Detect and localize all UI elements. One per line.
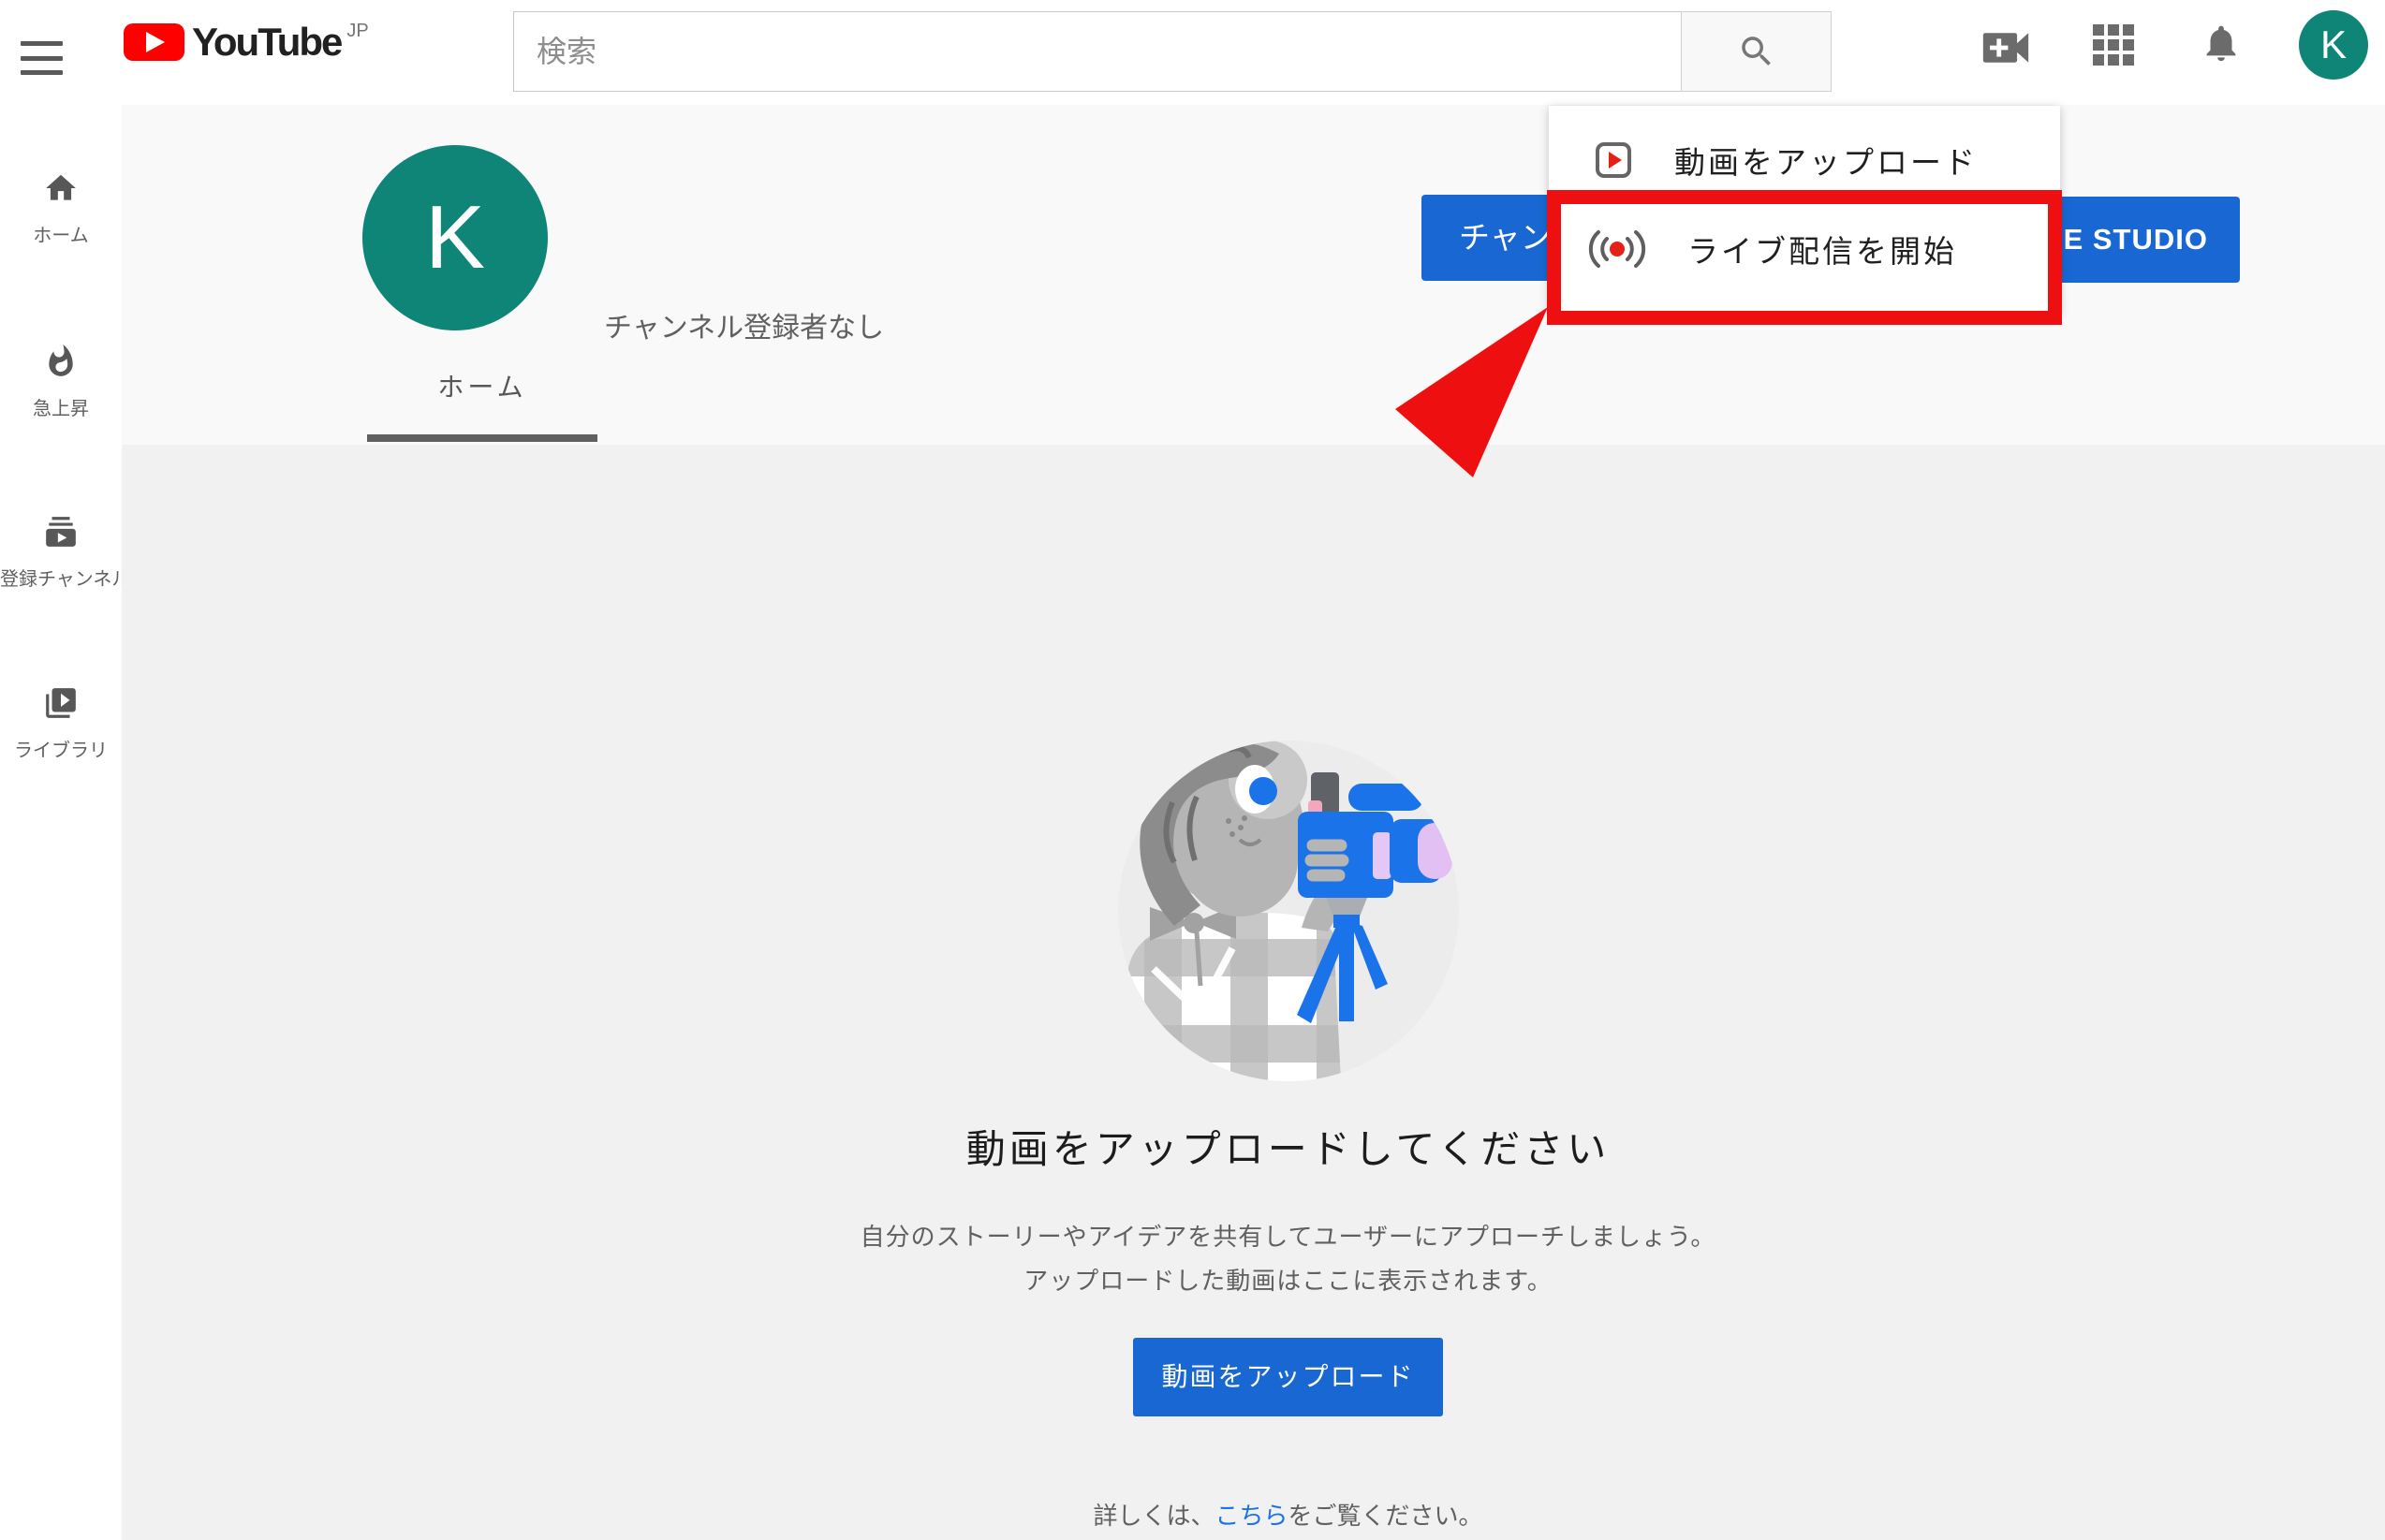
search-icon bbox=[1737, 32, 1776, 71]
mini-sidebar: ホーム 急上昇 登録チャンネル ライブラリ bbox=[0, 105, 122, 1540]
notifications-button[interactable] bbox=[2200, 19, 2243, 72]
menu-item-label: ライブ配信を開始 bbox=[1687, 227, 1957, 271]
account-avatar[interactable]: K bbox=[2299, 10, 2368, 80]
empty-state-description-line2: アップロードした動画はここに表示されます。 bbox=[191, 1262, 2385, 1297]
empty-state-footer: 詳しくは、こちらをご覧ください。 bbox=[191, 1497, 2385, 1532]
sidebar-item-library[interactable]: ライブラリ bbox=[0, 685, 122, 762]
fire-icon bbox=[43, 344, 79, 379]
sidebar-item-label: ライブラリ bbox=[0, 735, 122, 762]
video-create-icon bbox=[1979, 26, 2033, 69]
upload-illustration bbox=[1118, 741, 1459, 1081]
sidebar-item-label: 急上昇 bbox=[0, 393, 122, 420]
footer-text-prefix: 詳しくは、 bbox=[1093, 1502, 1215, 1530]
upload-video-icon bbox=[1596, 142, 1631, 178]
sidebar-item-subscriptions[interactable]: 登録チャンネル bbox=[0, 514, 122, 591]
library-icon bbox=[43, 685, 79, 721]
apps-button[interactable] bbox=[2093, 24, 2134, 70]
empty-state: 動画をアップロードしてください 自分のストーリーやアイデアを共有してユーザーにア… bbox=[191, 741, 2385, 1532]
create-dropdown-menu: 動画をアップロード ライブ配信を開始 bbox=[1549, 106, 2060, 314]
subscriber-count-text: チャンネル登録者なし bbox=[604, 304, 884, 345]
menu-item-go-live[interactable]: ライブ配信を開始 bbox=[1549, 204, 2060, 293]
search-input[interactable] bbox=[513, 11, 1681, 92]
youtube-wordmark: YouTube bbox=[192, 23, 341, 61]
hamburger-menu-icon[interactable] bbox=[21, 41, 63, 75]
empty-state-title: 動画をアップロードしてください bbox=[191, 1118, 2385, 1175]
menu-item-label: 動画をアップロード bbox=[1674, 138, 1978, 183]
tab-home[interactable]: ホーム bbox=[367, 367, 597, 404]
create-video-button[interactable] bbox=[1979, 26, 2033, 74]
sidebar-item-label: 登録チャンネル bbox=[0, 564, 122, 591]
channel-content: 動画をアップロードしてください 自分のストーリーやアイデアを共有してユーザーにア… bbox=[122, 445, 2385, 1540]
upload-video-button[interactable]: 動画をアップロード bbox=[1133, 1338, 1443, 1416]
live-broadcast-icon bbox=[1588, 227, 1646, 271]
footer-text-suffix: をご覧ください。 bbox=[1288, 1502, 1483, 1530]
learn-more-link[interactable]: こちら bbox=[1215, 1502, 1288, 1530]
empty-state-description-line1: 自分のストーリーやアイデアを共有してユーザーにアプローチしましょう。 bbox=[191, 1218, 2385, 1253]
active-tab-underline bbox=[367, 434, 597, 442]
youtube-channel-page: ホーム 急上昇 登録チャンネル ライブラリ K チャンネル登録者なし チャン E… bbox=[0, 0, 2385, 1540]
youtube-logo[interactable]: YouTube JP bbox=[124, 23, 369, 61]
channel-avatar[interactable]: K bbox=[362, 145, 548, 330]
menu-item-upload-video[interactable]: 動画をアップロード bbox=[1549, 115, 2060, 204]
sidebar-item-trending[interactable]: 急上昇 bbox=[0, 344, 122, 420]
home-icon bbox=[43, 170, 79, 206]
subscriptions-icon bbox=[43, 514, 79, 550]
apps-grid-icon bbox=[2093, 24, 2134, 66]
sidebar-item-home[interactable]: ホーム bbox=[0, 170, 122, 247]
bell-icon bbox=[2200, 19, 2243, 67]
youtube-play-logo-icon bbox=[124, 23, 184, 61]
logo-region-code: JP bbox=[346, 22, 368, 40]
top-bar: YouTube JP K bbox=[0, 0, 2385, 105]
sidebar-item-label: ホーム bbox=[0, 220, 122, 247]
search-button[interactable] bbox=[1681, 11, 1832, 92]
